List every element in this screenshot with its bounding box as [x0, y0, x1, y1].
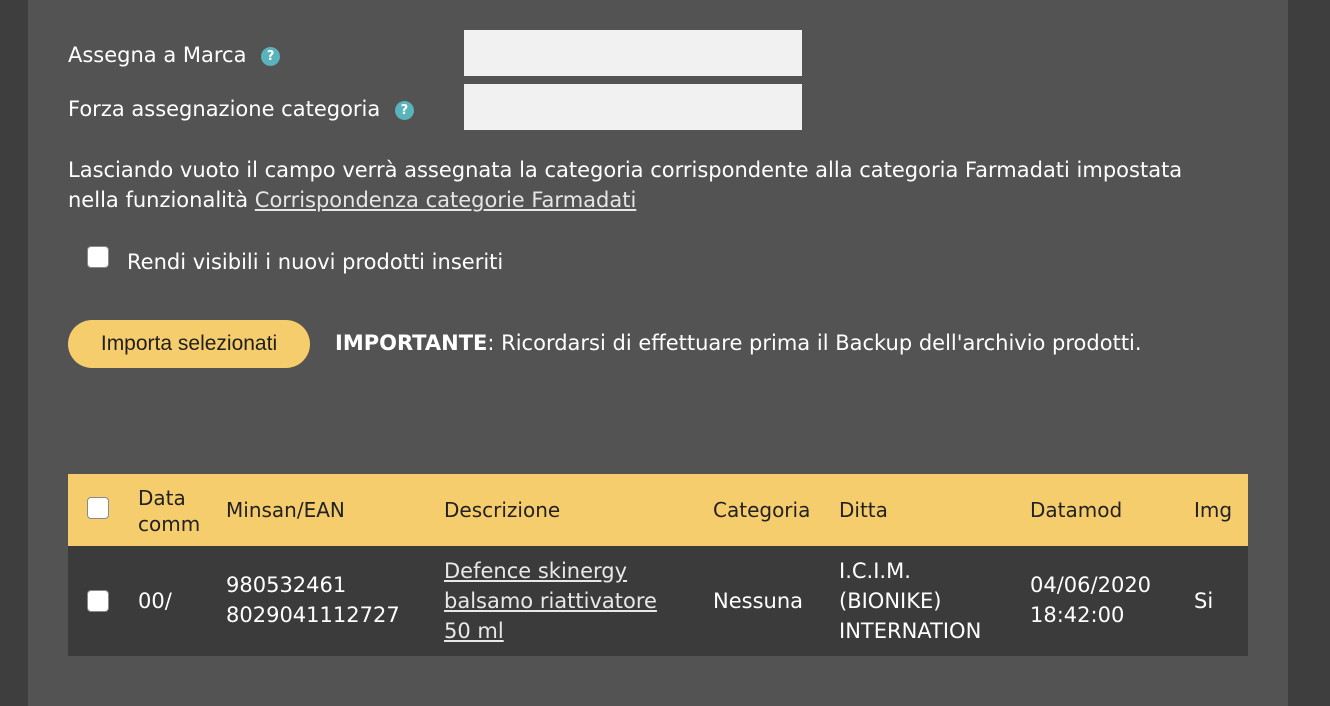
important-text: : Ricordarsi di effettuare prima il Back…: [487, 331, 1142, 355]
col-datamod[interactable]: Datamod: [1030, 497, 1122, 523]
cell-ean: 980532461 8029041112727: [226, 573, 400, 627]
cell-datamod: 04/06/2020 18:42:00: [1030, 573, 1152, 627]
category-input[interactable]: [464, 84, 802, 130]
cell-img: Si: [1194, 589, 1214, 613]
col-description[interactable]: Descrizione: [444, 497, 560, 523]
help-icon[interactable]: ?: [394, 100, 414, 120]
row-checkbox[interactable]: [87, 590, 109, 612]
help-icon[interactable]: ?: [261, 46, 281, 66]
col-company[interactable]: Ditta: [839, 497, 888, 523]
col-ean[interactable]: Minsan/EAN: [226, 497, 345, 523]
col-date[interactable]: Data comm: [138, 485, 200, 537]
category-note: Lasciando vuoto il campo verrà assegnata…: [68, 155, 1238, 215]
import-warning: IMPORTANTE: Ricordarsi di effettuare pri…: [68, 328, 1238, 358]
product-description-link[interactable]: Defence skinergy balsamo riattivatore 50…: [444, 556, 657, 646]
visible-products-checkbox[interactable]: [87, 246, 109, 268]
brand-input[interactable]: [464, 30, 802, 76]
farmadati-mapping-link[interactable]: Corrispondenza categorie Farmadati: [255, 188, 637, 212]
col-category[interactable]: Categoria: [713, 497, 810, 523]
table-row: 00/ 980532461 8029041112727 Defence skin…: [68, 546, 1248, 656]
cell-company: I.C.I.M. (BIONIKE) INTERNATION: [839, 559, 982, 643]
brand-row: Assegna a Marca ?: [68, 42, 281, 68]
cell-date: 00/: [138, 589, 172, 613]
cell-category: Nessuna: [713, 589, 803, 613]
visible-products-label: Rendi visibili i nuovi prodotti inseriti: [127, 250, 504, 274]
select-all-checkbox[interactable]: [87, 497, 109, 519]
category-label: Forza assegnazione categoria: [68, 97, 381, 121]
category-row: Forza assegnazione categoria ?: [68, 96, 414, 122]
col-img[interactable]: Img: [1194, 497, 1232, 523]
table-header: Data comm Minsan/EAN Descrizione Categor…: [68, 474, 1248, 546]
brand-label: Assegna a Marca: [68, 43, 247, 67]
important-label: IMPORTANTE: [335, 331, 488, 355]
